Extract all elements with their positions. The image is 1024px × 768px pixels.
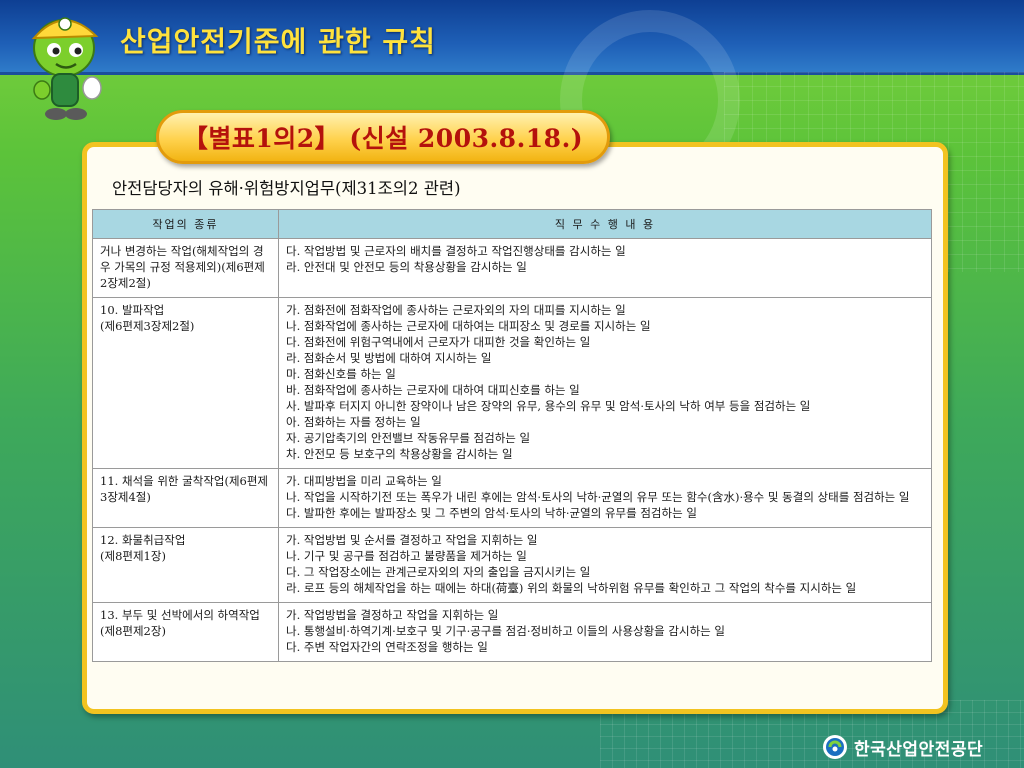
footer-logo: 한국산업안전공단 xyxy=(822,734,983,760)
duty-item: 나. 기구 및 공구를 점검하고 불량품을 제거하는 일 xyxy=(286,549,527,563)
duty-item: 다. 점화전에 위험구역내에서 근로자가 대피한 것을 확인하는 일 xyxy=(286,335,591,349)
table-header-row: 작업의 종류 직 무 수 행 내 용 xyxy=(92,209,932,239)
annex-badge-label: 【별표1의2】 (신설 2003.8.18.) xyxy=(182,124,584,153)
table-row: 11. 채석을 위한 굴착작업(제6편제3장제4절) 가. 대피방법을 미리 교… xyxy=(92,468,932,528)
work-type-cell: 13. 부두 및 선박에서의 하역작업(제8편제2장) xyxy=(92,602,279,662)
duty-item: 다. 주변 작업자간의 연락조정을 행하는 일 xyxy=(286,640,488,654)
duties-cell: 가. 점화전에 점화작업에 종사하는 근로자외의 자의 대피를 지시하는 일 나… xyxy=(278,297,932,469)
work-type-cell: 10. 발파작업 (제6편제3장제2절) xyxy=(92,297,279,469)
header-work-type: 작업의 종류 xyxy=(92,209,279,239)
duty-item: 나. 점화작업에 종사하는 근로자에 대하여는 대피장소 및 경로를 지시하는 … xyxy=(286,319,651,333)
org-name: 한국산업안전공단 xyxy=(854,739,984,760)
duty-item: 다. 작업방법 및 근로자의 배치를 결정하고 작업진행상태를 감시하는 일 xyxy=(286,244,626,258)
table-row: 거나 변경하는 작업(해체작업의 경우 가목의 규정 적용제외)(제6편제2장제… xyxy=(92,238,932,298)
table-row: 12. 화물취급작업 (제8편제1장) 가. 작업방법 및 순서를 결정하고 작… xyxy=(92,527,932,603)
annex-badge: 【별표1의2】 (신설 2003.8.18.) xyxy=(156,110,610,164)
duty-item: 다. 그 작업장소에는 관계근로자외의 자의 출입을 금지시키는 일 xyxy=(286,565,591,579)
duty-item: 마. 점화신호를 하는 일 xyxy=(286,367,396,381)
duty-item: 가. 점화전에 점화작업에 종사하는 근로자외의 자의 대피를 지시하는 일 xyxy=(286,303,626,317)
duty-item: 나. 통행설비·하역기계·보호구 및 기구·공구를 점검·정비하고 이들의 사용… xyxy=(286,624,725,638)
duty-item: 가. 작업방법 및 순서를 결정하고 작업을 지휘하는 일 xyxy=(286,533,538,547)
duty-item: 사. 발파후 터지지 아니한 장약이나 남은 장약의 유무, 용수의 유무 및 … xyxy=(286,399,811,413)
header-duties: 직 무 수 행 내 용 xyxy=(278,209,932,239)
duties-cell: 가. 작업방법 및 순서를 결정하고 작업을 지휘하는 일 나. 기구 및 공구… xyxy=(278,527,932,603)
duty-item: 라. 로프 등의 해체작업을 하는 때에는 하대(荷臺) 위의 화물의 낙하위험… xyxy=(286,581,857,595)
duty-item: 바. 점화작업에 종사하는 근로자에 대하여 대피신호를 하는 일 xyxy=(286,383,580,397)
duty-item: 라. 안전대 및 안전모 등의 착용상황을 감시하는 일 xyxy=(286,260,527,274)
logo-icon xyxy=(823,735,847,759)
mascot-icon xyxy=(31,17,102,120)
duties-cell: 가. 작업방법을 결정하고 작업을 지휘하는 일 나. 통행설비·하역기계·보호… xyxy=(278,602,932,662)
work-type-cell: 11. 채석을 위한 굴착작업(제6편제3장제4절) xyxy=(92,468,279,528)
duty-item: 자. 공기압축기의 안전밸브 작동유무를 점검하는 일 xyxy=(286,431,531,445)
page-title: 산업안전기준에 관한 규칙 xyxy=(120,25,436,58)
duty-item: 가. 대피방법을 미리 교육하는 일 xyxy=(286,474,442,488)
work-type-cell: 12. 화물취급작업 (제8편제1장) xyxy=(92,527,279,603)
duty-item: 아. 점화하는 자를 정하는 일 xyxy=(286,415,421,429)
duties-cell: 가. 대피방법을 미리 교육하는 일 나. 작업을 시작하기전 또는 폭우가 내… xyxy=(278,468,932,528)
table-subtitle: 안전담당자의 유해·위험방지업무(제31조의2 관련) xyxy=(112,179,461,198)
duty-item: 다. 발파한 후에는 발파장소 및 그 주변의 암석·토사의 낙하·균열의 유무… xyxy=(286,506,697,520)
duty-item: 나. 작업을 시작하기전 또는 폭우가 내린 후에는 암석·토사의 낙하·균열의… xyxy=(286,490,910,504)
duty-item: 가. 작업방법을 결정하고 작업을 지휘하는 일 xyxy=(286,608,499,622)
duty-item: 차. 안전모 등 보호구의 착용상황을 감시하는 일 xyxy=(286,447,513,461)
duty-item: 라. 점화순서 및 방법에 대하여 지시하는 일 xyxy=(286,351,492,365)
duties-cell: 다. 작업방법 및 근로자의 배치를 결정하고 작업진행상태를 감시하는 일 라… xyxy=(278,238,932,298)
table-row: 13. 부두 및 선박에서의 하역작업(제8편제2장) 가. 작업방법을 결정하… xyxy=(92,602,932,662)
work-type-cell: 거나 변경하는 작업(해체작업의 경우 가목의 규정 적용제외)(제6편제2장제… xyxy=(92,238,279,298)
duties-table: 작업의 종류 직 무 수 행 내 용 거나 변경하는 작업(해체작업의 경우 가… xyxy=(92,209,932,662)
table-row: 10. 발파작업 (제6편제3장제2절) 가. 점화전에 점화작업에 종사하는 … xyxy=(92,297,932,469)
